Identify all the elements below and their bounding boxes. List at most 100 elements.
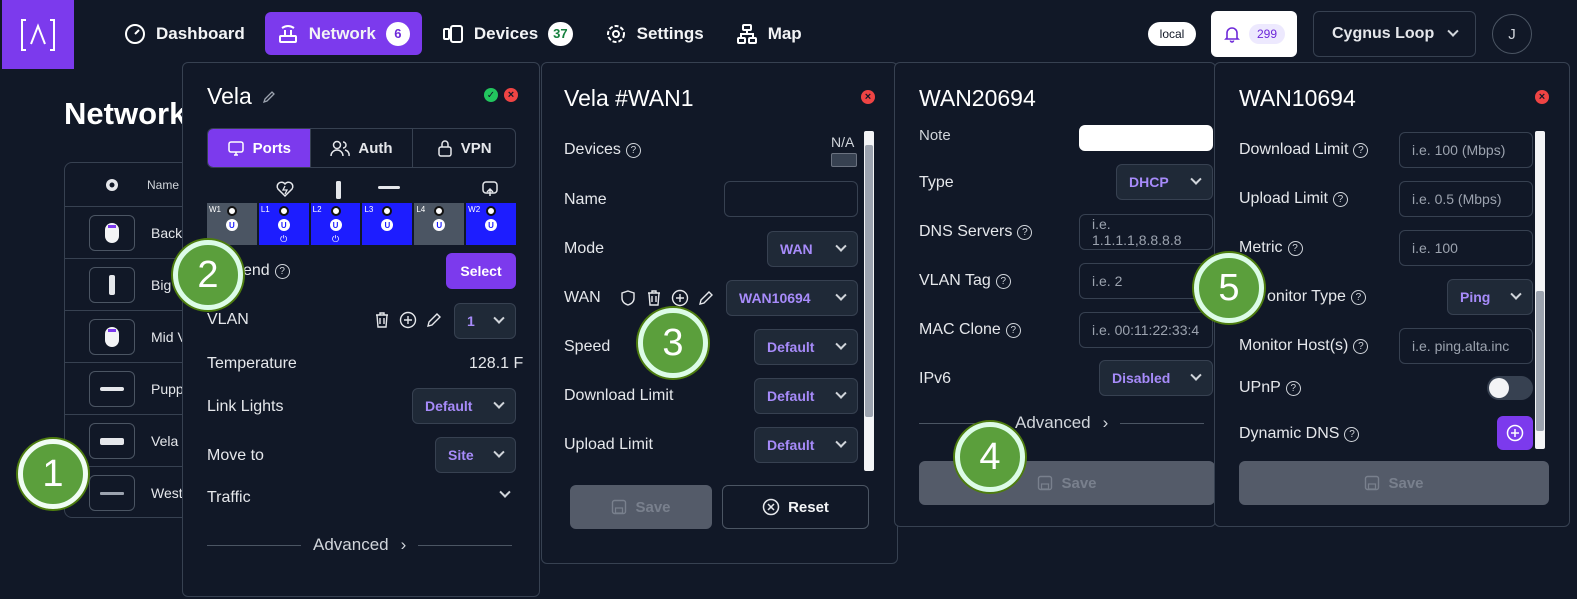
add-circle-icon[interactable] [671, 289, 689, 307]
scroll-thumb[interactable] [865, 145, 873, 417]
devices-scroller[interactable] [831, 153, 857, 167]
vlan-tag-input[interactable]: i.e. 2 [1079, 263, 1213, 299]
monitor-host-row: Monitor Host(s) ? [1239, 337, 1369, 355]
scroll-thumb[interactable] [1536, 291, 1544, 431]
device-thumbnail [89, 422, 135, 459]
scrollbar[interactable] [864, 131, 874, 471]
advanced-toggle[interactable]: Advanced › [919, 413, 1205, 433]
add-circle-icon[interactable] [399, 311, 417, 329]
nav-dashboard[interactable]: Dashboard [112, 12, 257, 55]
scrollbar[interactable] [1535, 131, 1545, 449]
trash-icon[interactable] [645, 289, 663, 307]
name-input[interactable] [724, 181, 858, 217]
ipv6-value: Disabled [1112, 370, 1171, 386]
port-status-dot [226, 206, 237, 216]
pencil-icon[interactable] [697, 289, 715, 307]
device-thumbnail [89, 474, 135, 511]
port-l3[interactable]: L3 U [362, 203, 413, 245]
metric-input[interactable]: i.e. 100 [1399, 230, 1533, 266]
port-l1[interactable]: L1 U ⏻ [258, 203, 309, 245]
nav-devices[interactable]: Devices 37 [430, 12, 585, 55]
upload-input[interactable]: i.e. 0.5 (Mbps) [1399, 181, 1533, 217]
port-w2[interactable]: W2 U [466, 203, 516, 245]
avatar[interactable]: J [1492, 14, 1532, 54]
download-select[interactable]: Default [754, 378, 858, 414]
wan-config-panel: WAN20694 Note Type DHCP DNS Servers ? i.… [894, 62, 1216, 527]
site-selector[interactable]: Cygnus Loop [1313, 11, 1476, 57]
trash-icon[interactable] [373, 311, 391, 329]
move-to-select[interactable]: Site [435, 437, 516, 473]
reset-button[interactable]: Reset [722, 485, 869, 529]
power-icon: ⏻ [280, 234, 288, 244]
logo[interactable] [2, 0, 74, 69]
pencil-icon[interactable] [262, 90, 276, 104]
monitor-type-select[interactable]: Ping [1447, 279, 1533, 315]
help-icon[interactable]: ? [1332, 191, 1348, 207]
link-lights-select[interactable]: Default [412, 388, 516, 424]
upload-select[interactable]: Default [754, 427, 858, 463]
port-l4[interactable]: L4 U [414, 203, 465, 245]
wan-value: WAN10694 [739, 290, 811, 306]
save-label: Save [1061, 474, 1097, 492]
ipv6-select[interactable]: Disabled [1099, 360, 1213, 396]
nav-devices-label: Devices [473, 23, 539, 43]
upnp-row: UPnP ? [1239, 379, 1301, 397]
vlan-select[interactable]: 1 [454, 303, 516, 339]
tab-ports[interactable]: Ports [208, 129, 311, 167]
help-icon[interactable]: ? [1353, 338, 1369, 354]
help-icon[interactable]: ? [274, 263, 290, 279]
nav-settings[interactable]: Settings [593, 12, 716, 55]
select-button[interactable]: Select [446, 253, 516, 289]
port-w1[interactable]: W1 U [207, 203, 257, 245]
floppy-icon [1365, 475, 1380, 491]
mode-label: Mode [564, 240, 605, 257]
add-ddns-button[interactable] [1497, 416, 1533, 450]
help-icon[interactable]: ? [625, 142, 641, 158]
help-icon[interactable]: ? [1287, 240, 1303, 256]
help-icon[interactable]: ? [1005, 322, 1021, 338]
download-input[interactable]: i.e. 100 (Mbps) [1399, 132, 1533, 168]
monitor-host-input[interactable]: i.e. ping.alta.inc [1399, 328, 1533, 364]
chevron-right-icon: › [1102, 413, 1109, 432]
move-to-value: Site [448, 447, 474, 463]
type-select[interactable]: DHCP [1116, 164, 1213, 200]
save-button[interactable]: Save [1239, 461, 1549, 505]
pencil-icon[interactable] [425, 311, 443, 329]
port-mode: U [225, 219, 238, 231]
tab-auth[interactable]: Auth [311, 129, 414, 167]
chevron-down-icon [835, 436, 847, 448]
note-input[interactable] [1079, 125, 1213, 151]
help-icon[interactable]: ? [1344, 426, 1360, 442]
device-tabs: Ports Auth VPN [207, 128, 516, 168]
help-icon[interactable]: ? [1353, 142, 1369, 158]
save-button[interactable]: Save [570, 485, 712, 529]
tab-vpn[interactable]: VPN [413, 129, 515, 167]
mac-input[interactable]: i.e. 00:11:22:33:4 [1079, 312, 1213, 348]
speed-select[interactable]: Default [754, 329, 858, 365]
port-l2[interactable]: L2 U ⏻ [310, 203, 361, 245]
nav-network[interactable]: Network 6 [264, 12, 422, 55]
help-icon[interactable]: ? [1285, 380, 1301, 396]
devices-count-badge: 37 [548, 21, 573, 46]
help-icon[interactable]: ? [1350, 289, 1366, 305]
wan-select[interactable]: WAN10694 [726, 280, 858, 316]
dns-input[interactable]: i.e. 1.1.1.1,8.8.8.8 [1079, 214, 1213, 250]
help-icon[interactable]: ? [995, 273, 1011, 289]
traffic-expand[interactable] [499, 486, 511, 499]
notifications-button[interactable]: 299 [1211, 11, 1297, 57]
advanced-toggle[interactable]: Advanced › [207, 535, 513, 555]
close-icon[interactable]: × [861, 90, 875, 104]
help-icon[interactable]: ? [1017, 224, 1033, 240]
chevron-down-icon [493, 397, 505, 409]
gauge-icon [125, 23, 145, 44]
port-label: L1 [260, 205, 270, 214]
nav-map[interactable]: Map [724, 12, 814, 55]
mode-select[interactable]: WAN [767, 231, 858, 267]
close-icon[interactable]: × [1535, 90, 1549, 104]
shield-icon[interactable] [619, 289, 637, 307]
close-icon[interactable]: × [504, 88, 518, 102]
upnp-toggle[interactable] [1487, 376, 1533, 400]
nav-map-label: Map [767, 23, 802, 43]
mode-value: WAN [780, 241, 813, 257]
gear-icon[interactable] [103, 176, 121, 194]
